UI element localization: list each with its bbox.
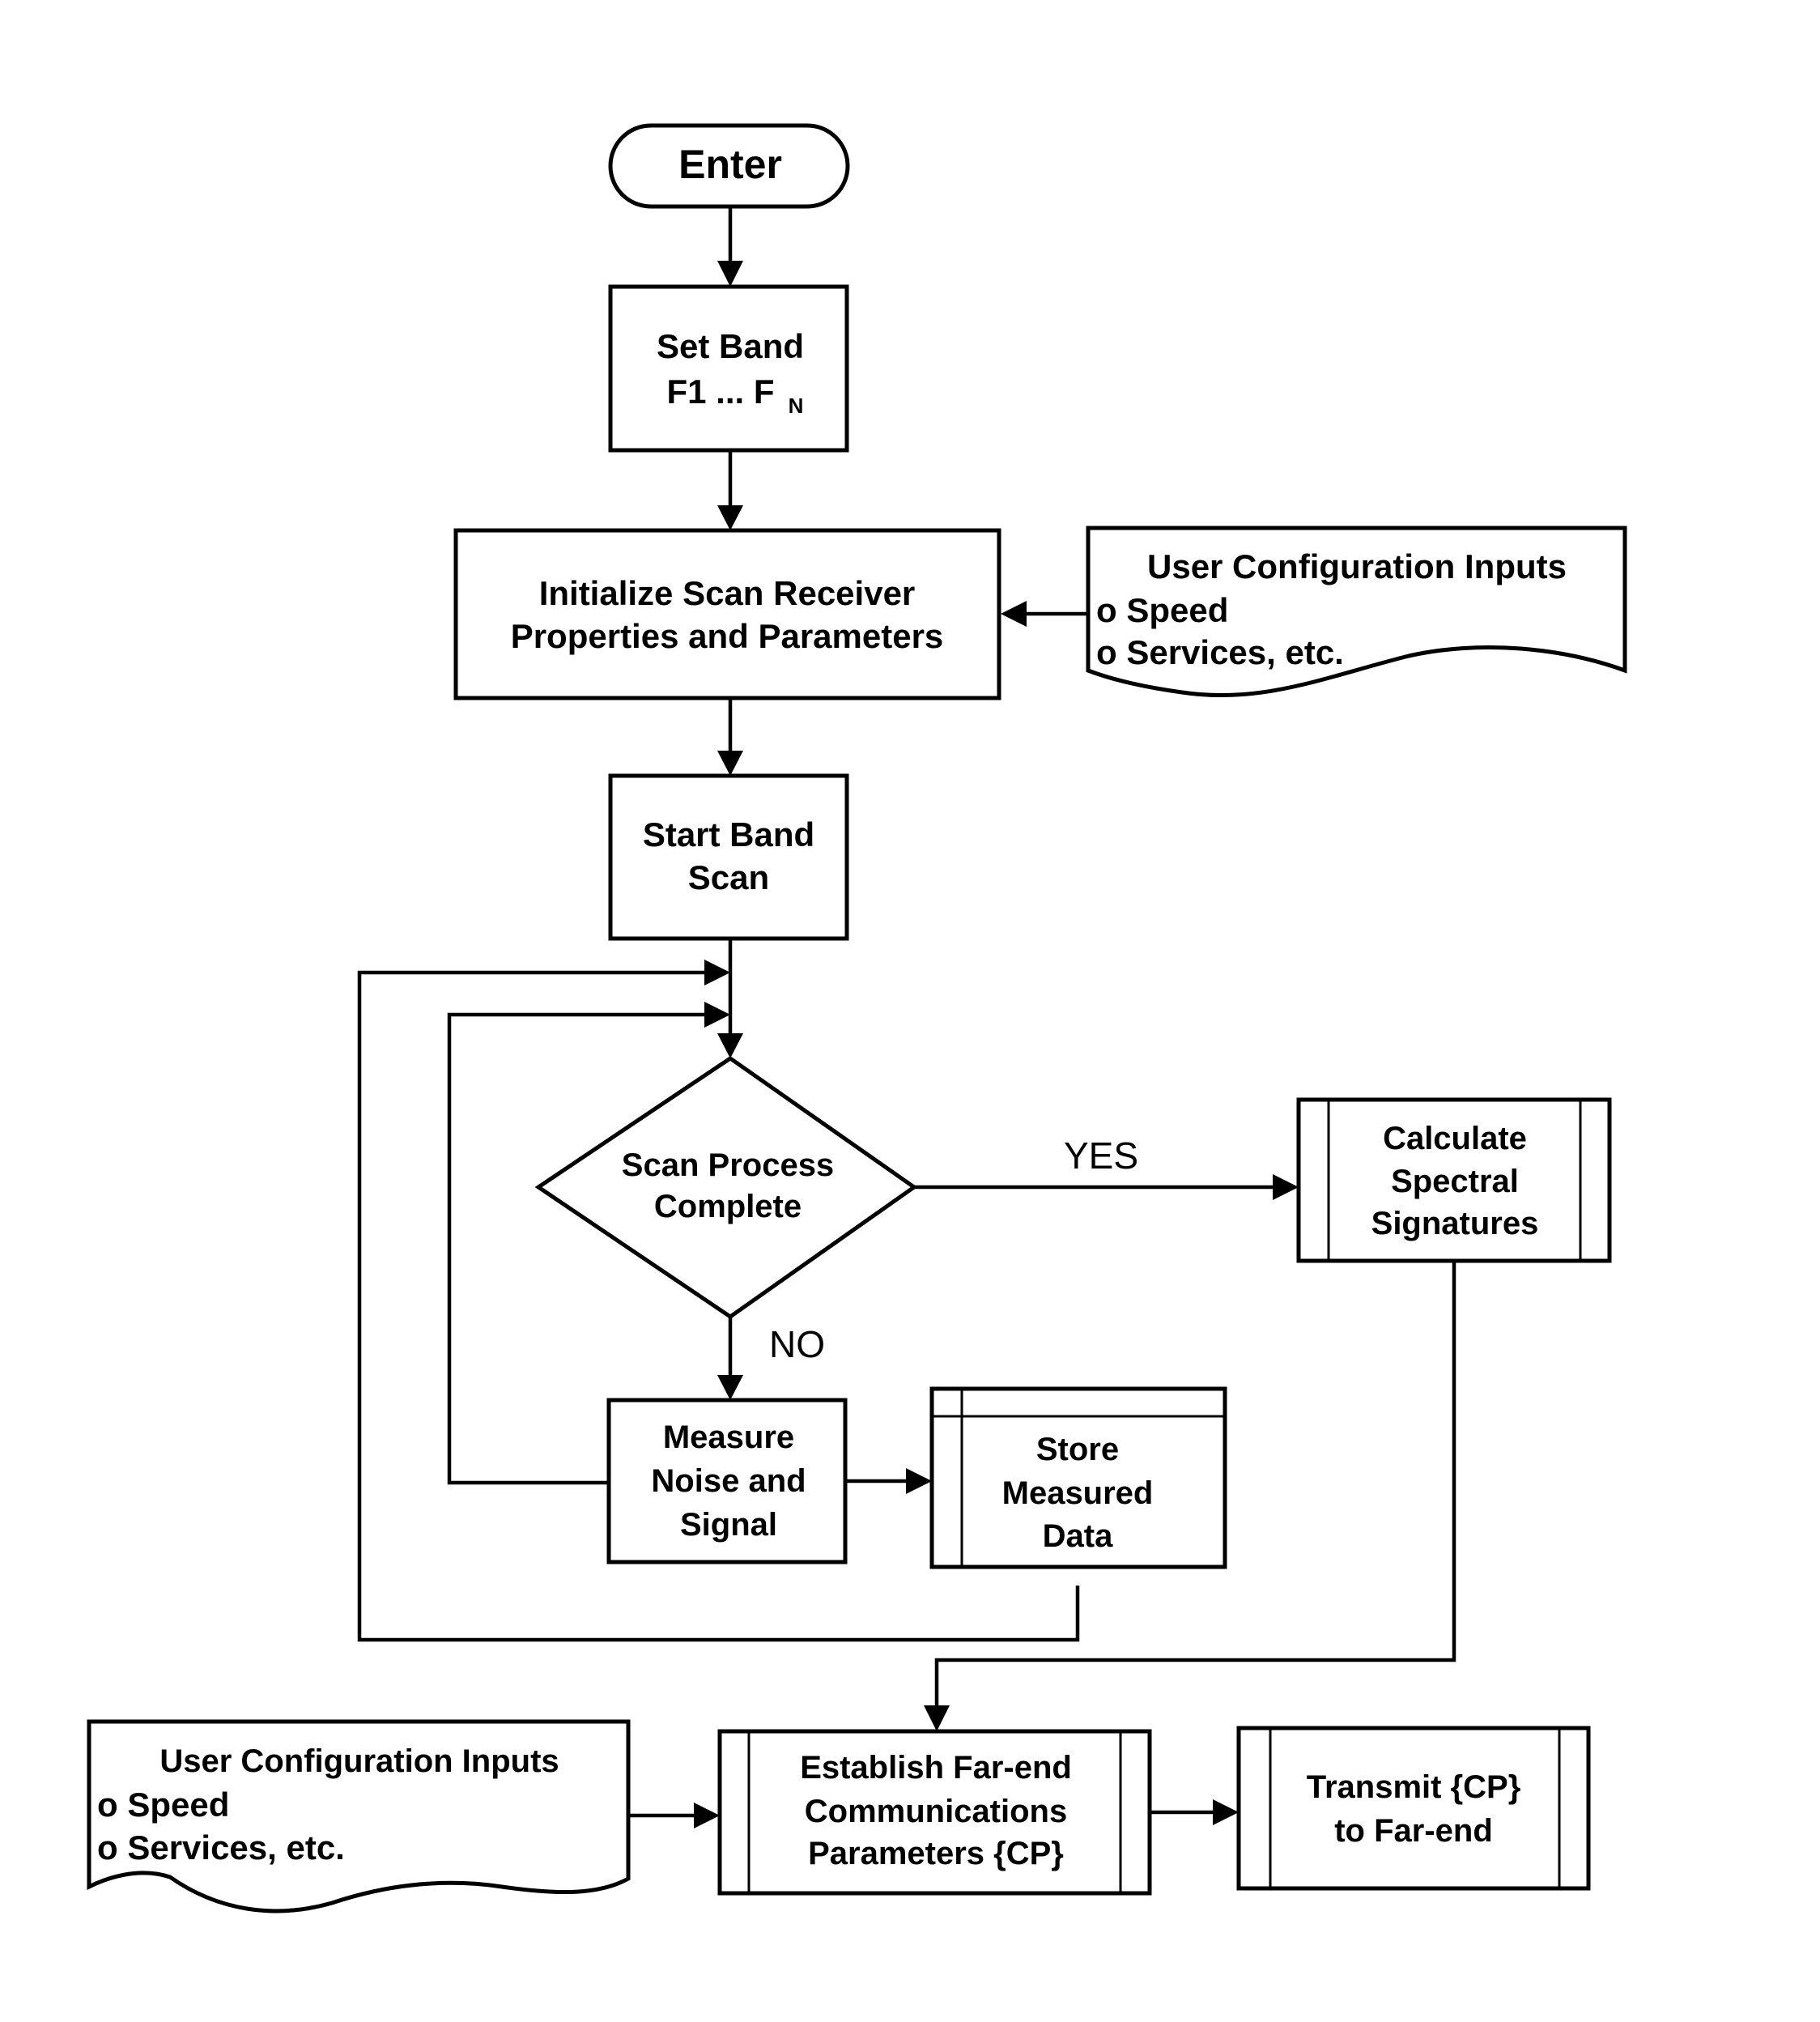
node-set-band: Set Band F1 ... F N xyxy=(608,284,849,453)
set-band-line2: F1 ... F xyxy=(666,372,774,411)
transmit-line1: Transmit {CP} xyxy=(1307,1769,1521,1805)
set-band-subscript: N xyxy=(789,394,804,418)
node-user-config-top: User Configuration Inputs o Speed o Serv… xyxy=(1086,526,1627,698)
arrowhead xyxy=(717,1033,743,1058)
start-line1: Start Band xyxy=(643,815,814,853)
node-start-band-scan: Start Band Scan xyxy=(608,773,849,941)
predefined-process-box xyxy=(1236,1726,1591,1891)
store-line1: Store xyxy=(1036,1432,1119,1467)
arrowhead xyxy=(704,1002,730,1028)
decision-diamond xyxy=(534,1055,918,1320)
init-line1: Initialize Scan Receiver xyxy=(539,574,916,612)
decision-line1: Scan Process xyxy=(622,1147,834,1183)
node-enter: Enter xyxy=(608,123,850,209)
node-store: Store Measured Data xyxy=(929,1386,1227,1569)
establish-line1: Establish Far-end xyxy=(800,1750,1072,1786)
measure-line1: Measure xyxy=(663,1420,794,1455)
arrowhead xyxy=(1001,601,1027,627)
transmit-line2: to Far-end xyxy=(1334,1813,1493,1849)
store-line2: Measured xyxy=(1002,1475,1154,1511)
arrowhead xyxy=(717,261,743,287)
decision-line2: Complete xyxy=(654,1189,802,1224)
measure-line3: Signal xyxy=(680,1507,777,1543)
user-config-top-title: User Configuration Inputs xyxy=(1147,547,1567,585)
node-measure: Measure Noise and Signal xyxy=(606,1398,848,1564)
calc-line3: Signatures xyxy=(1371,1206,1539,1241)
set-band-line1: Set Band xyxy=(657,327,804,365)
edge-label-yes: YES xyxy=(1064,1134,1138,1177)
arrowhead xyxy=(717,1375,743,1400)
user-config-top-item-speed: o Speed xyxy=(1096,591,1228,629)
node-init-scan: Initialize Scan Receiver Properties and … xyxy=(453,528,1001,700)
arrowhead xyxy=(717,505,743,530)
node-establish: Establish Far-end Communications Paramet… xyxy=(717,1729,1152,1896)
measure-line2: Noise and xyxy=(651,1463,806,1499)
process-box xyxy=(453,528,1001,700)
connectors xyxy=(357,208,1456,1828)
user-config-bottom-item-services: o Services, etc. xyxy=(97,1828,345,1867)
node-user-config-bottom: User Configuration Inputs o Speed o Serv… xyxy=(87,1719,631,1913)
arrowhead xyxy=(717,751,743,776)
arrowhead xyxy=(924,1705,950,1731)
store-line3: Data xyxy=(1043,1518,1113,1554)
arrowhead xyxy=(1273,1174,1299,1200)
calc-line1: Calculate xyxy=(1383,1121,1527,1156)
node-calc-signatures: Calculate Spectral Signatures xyxy=(1296,1097,1612,1263)
edge-label-no: NO xyxy=(769,1323,825,1365)
node-scan-complete: Scan Process Complete xyxy=(534,1055,918,1320)
init-line2: Properties and Parameters xyxy=(511,617,944,655)
arrowhead xyxy=(1213,1799,1239,1825)
flowchart: Enter Set Band F1 ... F N Initialize Sca… xyxy=(87,123,1627,1913)
set-band-f-range: F1 ... F xyxy=(666,372,774,411)
process-box xyxy=(608,773,849,941)
start-line2: Scan xyxy=(688,858,769,896)
calc-line2: Spectral xyxy=(1391,1164,1519,1199)
arrowhead xyxy=(906,1468,932,1494)
user-config-bottom-item-speed: o Speed xyxy=(97,1786,229,1824)
user-config-bottom-title: User Configuration Inputs xyxy=(159,1743,559,1779)
user-config-top-item-services: o Services, etc. xyxy=(1096,633,1344,671)
establish-line3: Parameters {CP} xyxy=(808,1836,1064,1871)
arrowhead xyxy=(704,960,730,985)
node-transmit: Transmit {CP} to Far-end xyxy=(1236,1726,1591,1891)
process-box xyxy=(608,284,849,453)
establish-line2: Communications xyxy=(805,1794,1067,1829)
enter-label: Enter xyxy=(678,142,782,187)
arrowhead xyxy=(694,1803,720,1828)
